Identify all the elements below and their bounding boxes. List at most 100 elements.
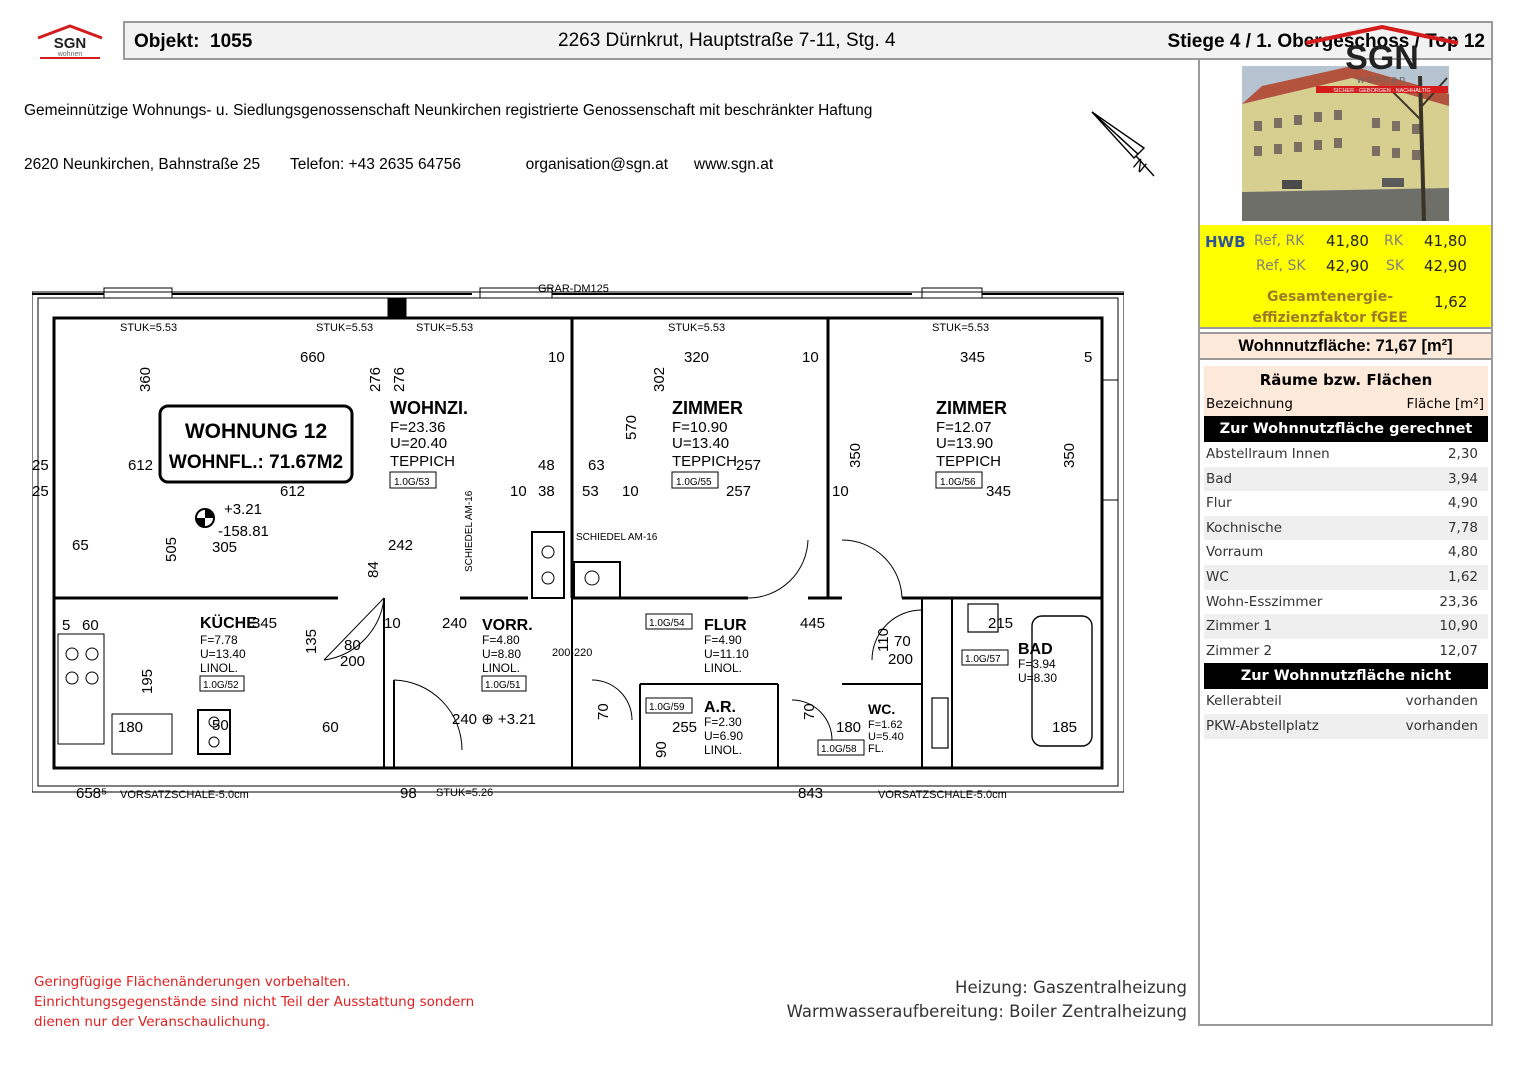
zimmer1-f: F=10.90	[672, 419, 727, 436]
col-area: Fläche [m²]	[1406, 396, 1484, 412]
table-row: Zimmer 1 10,90	[1204, 614, 1488, 639]
fgee-label-2: effizienzfaktor fGEE	[1252, 310, 1408, 326]
svg-text:N: N	[1129, 156, 1149, 176]
dim-110: 110	[875, 628, 892, 652]
room-name: WC	[1206, 568, 1229, 585]
stuk-bottom: STUK=5.26	[436, 787, 493, 799]
dim-25a: 25	[32, 457, 49, 474]
dim-180b: 180	[836, 719, 861, 736]
dim-180a: 180	[118, 719, 143, 736]
wohnzi-tag: 1.0G/53	[394, 477, 430, 488]
room-area: vorhanden	[1405, 693, 1478, 710]
dim-25b: 25	[32, 483, 49, 500]
ar-floor: LINOL.	[704, 743, 742, 757]
fgee-label: Gesamtenergie- effizienzfaktor fGEE	[1250, 287, 1410, 329]
schiedel-1: SCHIEDEL AM-16	[464, 490, 475, 572]
dim-305: 305	[212, 539, 237, 556]
table-row: Flur 4,90	[1204, 491, 1488, 516]
section-excluded: Zur Wohnnutzfläche nicht gerechnet	[1204, 663, 1488, 711]
stuk-1: STUK=5.53	[120, 322, 177, 334]
dim-63: 63	[588, 457, 605, 474]
objekt-number: 1055	[210, 31, 253, 52]
logo-sub: wohnen	[57, 51, 83, 58]
rk-label: RK	[1384, 233, 1403, 249]
vorr-u: U=8.80	[482, 647, 521, 661]
kueche-f: F=7.78	[200, 633, 238, 647]
dim-10f: 10	[384, 615, 401, 632]
dim-570: 570	[623, 415, 640, 440]
dim-350a: 350	[847, 443, 864, 468]
zimmer1-tag: 1.0G/55	[676, 477, 712, 488]
dim-302: 302	[651, 367, 668, 392]
hwb-label: HWB	[1205, 233, 1246, 251]
logo-text: SGN	[54, 35, 87, 52]
brand-name: SGN	[1345, 39, 1419, 77]
bad-name: BAD	[1018, 641, 1053, 658]
vorr-f: F=4.80	[482, 633, 520, 647]
ref-rk-label: Ref, RK	[1254, 233, 1305, 249]
wc-f: F=1.62	[868, 719, 903, 731]
flur-floor: LINOL.	[704, 661, 742, 675]
ref-sk-label: Ref, SK	[1256, 258, 1306, 274]
heating-info: Heizung: Gaszentralheizung Warmwasserauf…	[787, 976, 1187, 1024]
dim-660: 660	[300, 349, 325, 366]
col-name: Bezeichnung	[1206, 396, 1293, 412]
brand-tagline: SICHER · GEBORGEN · NACHHALTIG	[1333, 88, 1430, 94]
rooms-table: Räume bzw. Flächen Bezeichnung Fläche [m…	[1204, 366, 1488, 739]
zimmer2-tag: 1.0G/56	[940, 477, 976, 488]
dim-345b: 345	[986, 483, 1011, 500]
dim-6585: 658⁵	[76, 785, 107, 802]
table-row: Abstellraum Innen 2,30	[1204, 442, 1488, 467]
bad-tag: 1.0G/57	[965, 654, 1001, 665]
stuk-3: STUK=5.53	[416, 322, 473, 334]
dim-90: 90	[653, 741, 670, 758]
room-area: 2,30	[1447, 446, 1478, 462]
dim-38: 38	[538, 483, 555, 500]
dim-60b: 60	[322, 719, 339, 736]
ar-u: U=6.90	[704, 729, 743, 743]
dim-200b: 200	[888, 651, 913, 668]
kueche-u: U=13.40	[200, 647, 246, 661]
header-bar: Objekt: 1055 2263 Dürnkrut, Hauptstraße …	[123, 21, 1493, 60]
dim-65: 65	[72, 537, 89, 554]
energy-box: HWB Ref, RK 41,80 RK 41,80 Ref, SK 42,90…	[1200, 225, 1491, 329]
schiedel-2: SCHIEDEL AM-16	[576, 532, 658, 543]
vorr-tag: 1.0G/51	[485, 680, 521, 691]
room-area: 1,62	[1447, 568, 1478, 585]
zimmer2-name: ZIMMER	[936, 398, 1007, 418]
wall-note-2: VORSATZSCHALE-5.0cm	[878, 789, 1007, 801]
dim-242: 242	[388, 537, 413, 554]
vorr-floor: LINOL.	[482, 661, 520, 675]
bad-f: F=3.94	[1018, 657, 1056, 671]
dim-612a: 612	[128, 457, 153, 474]
included-rows: Abstellraum Innen 2,30 Bad 3,94 Flur 4,90 Koch…	[1204, 442, 1488, 664]
company-contact: 2620 Neunkirchen, Bahnstraße 25 Telefon:…	[24, 156, 774, 173]
objekt: Objekt: 1055	[134, 31, 252, 53]
disclaimer: Geringfügige Flächenänderungen vorbehalt…	[34, 972, 474, 1032]
north-arrow-icon: N	[1091, 111, 1155, 176]
room-name: Vorraum	[1206, 544, 1264, 561]
ar-name: A.R.	[704, 699, 736, 716]
wohnzi-floor: TEPPICH	[390, 453, 455, 470]
dim-84: 84	[365, 561, 382, 578]
stuk-2: STUK=5.53	[316, 322, 373, 334]
room-area: 4,80	[1447, 544, 1478, 561]
dim-276b: 276	[391, 367, 408, 392]
disclaimer-line-2: Einrichtungsgegenstände sind nicht Teil …	[34, 994, 475, 1010]
dim-345c: 345	[252, 615, 277, 632]
stuk-5: STUK=5.53	[932, 322, 989, 334]
rk-value: 41,80	[1424, 232, 1467, 250]
wohnung-area: WOHNFL.: 71.67M2	[169, 452, 343, 473]
company-info: Gemeinnützige Wohnungs- u. Siedlungsgeno…	[24, 66, 872, 192]
wc-floor: FL.	[868, 743, 884, 755]
rooms-header: Bezeichnung Fläche [m²]	[1204, 392, 1488, 416]
ref-sk-value: 42,90	[1326, 257, 1369, 275]
objekt-label: Objekt:	[134, 31, 200, 52]
room-area: 12,07	[1439, 642, 1478, 659]
dim-53: 53	[582, 483, 599, 500]
flur-f: F=4.90	[704, 633, 742, 647]
dim-360: 360	[137, 367, 154, 392]
stuk-4: STUK=5.53	[668, 322, 725, 334]
wc-tag: 1.0G/58	[821, 744, 857, 755]
wall-note-1: VORSATZSCHALE-5.0cm	[120, 789, 249, 801]
